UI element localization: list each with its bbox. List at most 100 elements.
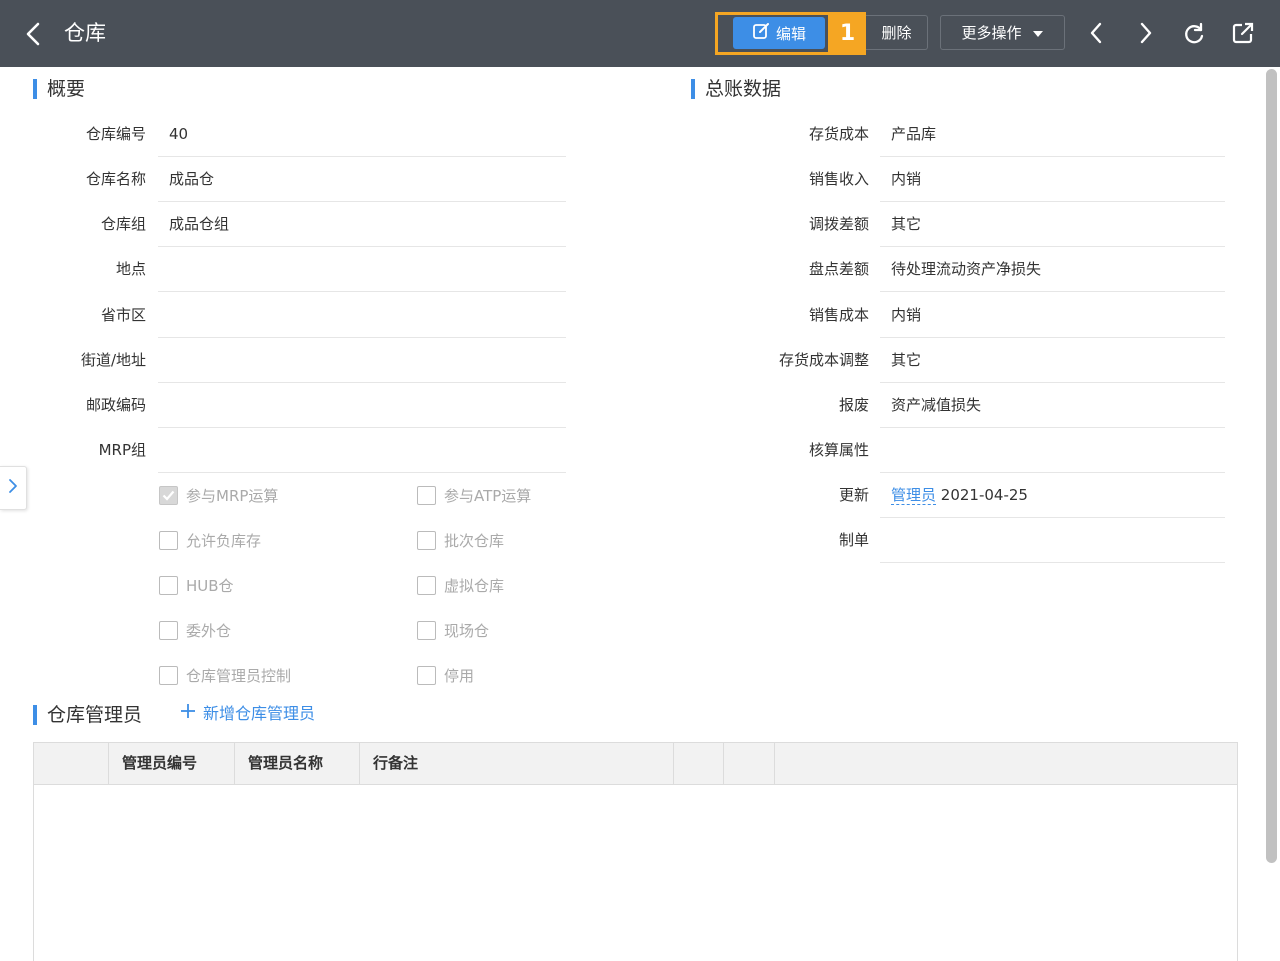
previous-record-icon[interactable] (1083, 19, 1111, 47)
checkbox-disabled-label: 停用 (444, 667, 475, 685)
mrp-group-label: MRP组 (98, 441, 146, 459)
checkbox-unchecked-icon (159, 576, 178, 595)
col-header-extra-3[interactable] (775, 743, 1237, 784)
vertical-scrollbar[interactable] (1266, 69, 1277, 863)
stocktake-difference-label: 盘点差额 (808, 260, 869, 278)
plus-icon (180, 702, 196, 726)
col-header-admin-code[interactable]: 管理员编号 (109, 743, 235, 784)
admins-table: 管理员编号 管理员名称 行备注 (33, 742, 1238, 961)
more-actions-label: 更多操作 (961, 24, 1022, 42)
checkbox-unchecked-icon (417, 576, 436, 595)
next-record-icon[interactable] (1131, 19, 1159, 47)
warehouse-group-value: 成品仓组 (158, 202, 566, 247)
transfer-difference-label: 调拨差额 (808, 215, 869, 233)
delete-button-label: 删除 (881, 24, 912, 42)
delete-button[interactable]: 删除 (866, 15, 928, 50)
overview-section-title: 概要 (33, 77, 85, 101)
scrap-value: 资产减值损失 (880, 383, 1225, 428)
checkbox-unchecked-icon (159, 666, 178, 685)
transfer-difference-value: 其它 (880, 202, 1225, 247)
checkbox-disabled[interactable]: 停用 (417, 665, 474, 686)
chevron-right-icon (8, 478, 18, 498)
updated-value: 管理员 2021-04-25 (880, 473, 1225, 518)
sidebar-expand-toggle[interactable] (0, 466, 27, 510)
street-address-value (158, 338, 566, 383)
stocktake-difference-value: 待处理流动资产净损失 (880, 247, 1225, 292)
location-label: 地点 (115, 260, 146, 278)
warehouse-code-label: 仓库编号 (85, 125, 146, 143)
warehouse-code-value: 40 (158, 112, 566, 157)
accounting-attribute-value (880, 428, 1225, 473)
back-arrow-icon[interactable] (22, 20, 46, 48)
checkbox-virtual-warehouse[interactable]: 虚拟仓库 (417, 575, 504, 596)
top-bar: 仓库 删除 编辑 1 更多操作 (0, 0, 1280, 67)
add-admin-button[interactable]: 新增仓库管理员 (180, 702, 315, 726)
inventory-cost-value: 产品库 (880, 112, 1225, 157)
checkbox-atp[interactable]: 参与ATP运算 (417, 485, 531, 506)
checkbox-unchecked-icon (417, 531, 436, 550)
checkbox-outsourced[interactable]: 委外仓 (159, 620, 231, 641)
checkbox-outsourced-label: 委外仓 (186, 622, 232, 640)
created-label: 制单 (838, 531, 869, 549)
checkbox-unchecked-icon (417, 621, 436, 640)
checkbox-unchecked-icon (417, 486, 436, 505)
col-header-admin-name[interactable]: 管理员名称 (235, 743, 360, 784)
inventory-cost-label: 存货成本 (808, 125, 869, 143)
accounting-attribute-label: 核算属性 (808, 441, 869, 459)
mrp-group-value (158, 428, 566, 473)
sales-cost-label: 销售成本 (808, 306, 869, 324)
region-label: 省市区 (100, 306, 146, 324)
scrap-label: 报废 (838, 396, 869, 414)
sales-cost-value: 内销 (880, 293, 1225, 338)
refresh-icon[interactable] (1180, 19, 1208, 47)
more-actions-dropdown[interactable]: 更多操作 (940, 15, 1065, 50)
checkbox-admin-control-label: 仓库管理员控制 (186, 667, 292, 685)
updated-by-link[interactable]: 管理员 (891, 486, 937, 505)
checkbox-batch-warehouse[interactable]: 批次仓库 (417, 530, 504, 551)
checkbox-batch-warehouse-label: 批次仓库 (444, 532, 505, 550)
inventory-cost-adjustment-value: 其它 (880, 338, 1225, 383)
updated-date: 2021-04-25 (940, 486, 1028, 504)
location-value (158, 247, 566, 292)
region-value (158, 293, 566, 338)
checkbox-atp-label: 参与ATP运算 (444, 487, 532, 505)
checkbox-onsite[interactable]: 现场仓 (417, 620, 489, 641)
postal-code-label: 邮政编码 (85, 396, 146, 414)
checkbox-onsite-label: 现场仓 (444, 622, 490, 640)
checkbox-admin-control[interactable]: 仓库管理员控制 (159, 665, 291, 686)
checkbox-virtual-warehouse-label: 虚拟仓库 (444, 577, 505, 595)
caret-down-icon (1032, 24, 1044, 42)
add-admin-label: 新增仓库管理员 (203, 704, 316, 723)
step-marker: 1 (829, 12, 866, 55)
inventory-cost-adjustment-label: 存货成本调整 (778, 351, 869, 369)
col-header-extra-2[interactable] (724, 743, 775, 784)
edit-highlight-frame (715, 12, 831, 55)
checkbox-hub[interactable]: HUB仓 (159, 575, 234, 596)
ledger-section-title: 总账数据 (691, 77, 781, 101)
col-header-row-remark[interactable]: 行备注 (360, 743, 674, 784)
checkbox-mrp[interactable]: 参与MRP运算 (159, 485, 278, 506)
sales-revenue-label: 销售收入 (808, 170, 869, 188)
checkbox-unchecked-icon (417, 666, 436, 685)
open-external-icon[interactable] (1229, 19, 1257, 47)
postal-code-value (158, 383, 566, 428)
checkbox-hub-label: HUB仓 (186, 577, 234, 595)
page-title: 仓库 (64, 21, 106, 45)
street-address-label: 街道/地址 (80, 351, 146, 369)
checkbox-unchecked-icon (159, 531, 178, 550)
warehouse-name-value: 成品仓 (158, 157, 566, 202)
created-value (880, 518, 1225, 563)
checkbox-unchecked-icon (159, 621, 178, 640)
warehouse-group-label: 仓库组 (100, 215, 146, 233)
updated-label: 更新 (838, 486, 869, 504)
admins-table-header: 管理员编号 管理员名称 行备注 (34, 743, 1237, 785)
col-header-extra-1[interactable] (674, 743, 724, 784)
col-header-select[interactable] (34, 743, 109, 784)
admins-section-title: 仓库管理员 (33, 703, 142, 727)
checkbox-allow-negative-stock[interactable]: 允许负库存 (159, 530, 261, 551)
warehouse-name-label: 仓库名称 (85, 170, 146, 188)
sales-revenue-value: 内销 (880, 157, 1225, 202)
checkbox-mrp-label: 参与MRP运算 (186, 487, 279, 505)
checkbox-allow-negative-stock-label: 允许负库存 (186, 532, 262, 550)
checkbox-checked-icon (159, 486, 178, 505)
